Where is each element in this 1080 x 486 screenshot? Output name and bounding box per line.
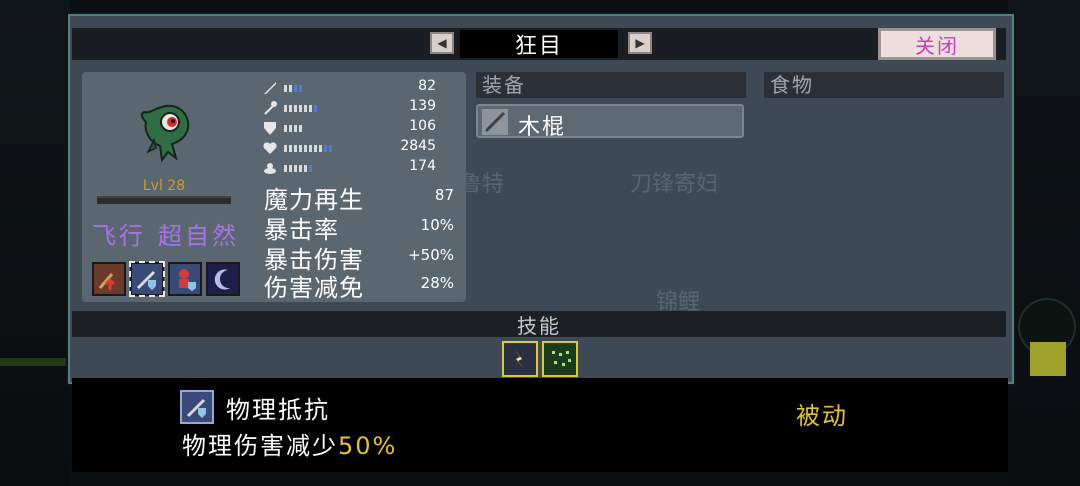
stat-value: 10% [420,216,454,234]
background-right [1008,0,1080,486]
stat-value: 82 [418,78,436,94]
prev-button[interactable]: ◀ [430,32,454,54]
stat-value: 174 [409,158,436,174]
tooltip-desc-value: 50% [338,432,398,460]
staff-icon [482,109,508,135]
level-bar [97,196,231,204]
stat-value: +50% [408,246,454,264]
ghost-text: 刀锋寄妇 [630,172,719,197]
creature-sprite [140,104,190,163]
stat-value: 106 [409,118,436,134]
skill-slot-poison[interactable] [542,341,578,377]
chevron-right-icon: ▶ [635,36,645,50]
equipment-header: 装备 [476,72,746,98]
trait-supernatural: 超自然 [158,222,239,250]
skills-header: 技能 [517,314,561,338]
physical-resist-icon [180,390,214,424]
close-button[interactable]: 关闭 [878,28,996,60]
speed-icon [264,163,276,174]
page-title: 狂目 [460,30,618,59]
stat-row-health: 2845 [262,138,456,158]
stat-row-crit-damage: 暴击伤害 +50% [264,240,458,274]
trait-list: 飞行 超自然 [92,216,239,251]
stat-row-defense: 106 [262,118,456,138]
heart-icon [263,142,277,154]
tooltip-description: 物理伤害减少50% [182,426,397,461]
sword-icon [264,82,276,94]
skill-slot-lightning[interactable] [502,341,538,377]
tooltip-desc-text: 物理伤害减少 [182,432,338,460]
next-button[interactable]: ▶ [628,32,652,54]
lightning-icon [514,349,524,369]
staff-icon [264,101,277,115]
attack-up-icon[interactable] [92,262,126,296]
summon-icon[interactable] [168,262,202,296]
stat-row-magic: 139 [262,98,456,118]
background-pedestal [1030,342,1066,376]
stat-value: 2845 [400,138,436,154]
level-label: Lvl 28 [142,178,186,194]
chevron-left-icon: ◀ [437,36,447,50]
stat-value: 28% [420,274,454,292]
stat-pips [284,125,302,132]
stat-row-speed: 174 [262,158,456,178]
stat-row-attack: 82 [262,78,456,98]
equipment-name: 木棍 [518,115,567,140]
stat-pips [284,165,312,172]
stat-value: 87 [434,186,454,204]
stat-value: 139 [409,98,436,114]
stat-pips [284,85,302,92]
moon-icon[interactable] [206,262,240,296]
stat-pips [284,145,332,152]
stat-pips [284,105,317,112]
ability-icons [92,261,240,297]
poison-icon [552,351,571,366]
tooltip-title: 物理抵抗 [226,396,330,424]
stat-row-crit-rate: 暴击率 10% [264,210,458,244]
background-left [0,0,70,486]
stat-row-mana-regen: 魔力再生 87 [264,180,458,214]
shield-icon [264,122,276,135]
food-header: 食物 [764,72,1004,98]
tooltip-skill-type: 被动 [796,402,848,430]
equipment-slot-weapon[interactable]: 木棍 [476,104,744,140]
stat-row-damage-reduction: 伤害减免 28% [264,268,458,302]
ghost-text: 鲁特 [460,172,505,197]
physical-resist-icon[interactable] [129,261,165,297]
background-grass [0,358,70,366]
stat-label: 伤害减免 [264,274,364,302]
trait-flying: 飞行 [92,222,146,250]
